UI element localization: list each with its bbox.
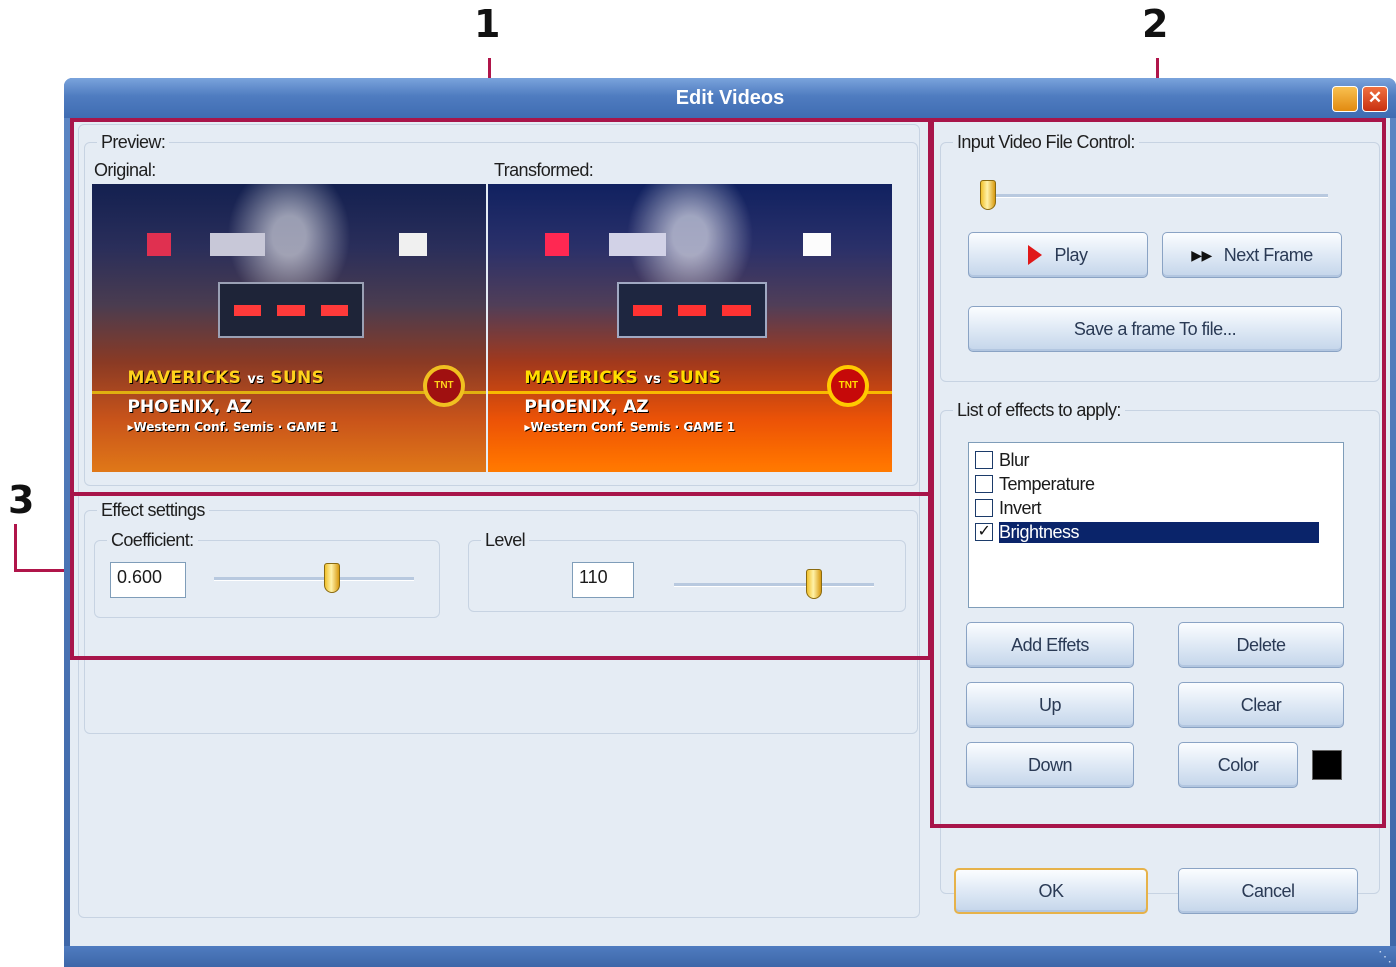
callout-1: 1 [474,2,501,46]
callout-3-line-v [14,524,17,572]
status-bar: ⋱ [64,946,1396,967]
cancel-button[interactable]: Cancel [1178,868,1358,914]
window-client-area: Preview: Original: Transformed: MAVERICK… [70,118,1390,946]
ok-button[interactable]: OK [954,868,1148,914]
callout-3: 3 [8,478,35,522]
edit-videos-window: Edit Videos ✕ Preview: Original: Transfo… [64,78,1396,967]
close-icon: ✕ [1367,88,1383,107]
highlight-region-1 [70,118,932,496]
highlight-region-2 [930,118,1386,828]
close-button[interactable]: ✕ [1362,86,1388,112]
window-title: Edit Videos [675,87,785,109]
highlight-region-3 [70,492,932,660]
resize-grip-icon[interactable]: ⋱ [1378,948,1392,965]
callout-3-line-h [14,569,70,572]
minimize-button[interactable] [1332,86,1358,112]
title-bar[interactable]: Edit Videos [64,78,1396,118]
callout-2: 2 [1142,2,1169,46]
